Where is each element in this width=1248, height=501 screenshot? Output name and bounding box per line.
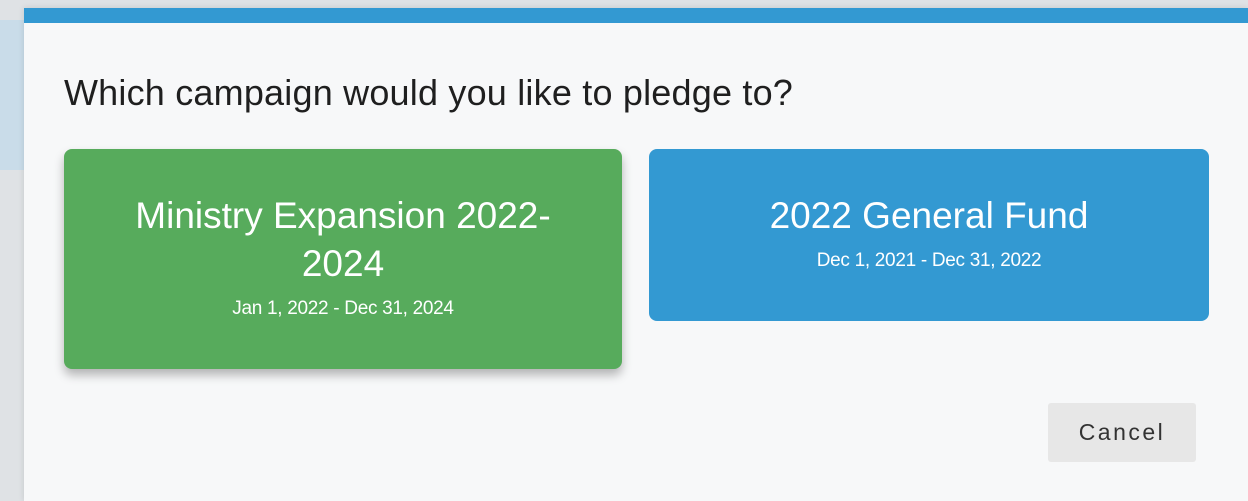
cancel-button[interactable]: Cancel bbox=[1048, 403, 1196, 462]
campaign-dates: Dec 1, 2021 - Dec 31, 2022 bbox=[816, 250, 1042, 271]
campaign-select-dialog: Which campaign would you like to pledge … bbox=[24, 8, 1248, 501]
campaign-name: Ministry Expansion 2022-2024 bbox=[135, 195, 551, 284]
campaign-dates: Jan 1, 2022 - Dec 31, 2024 bbox=[232, 298, 454, 319]
dialog-accent-bar bbox=[24, 8, 1248, 23]
dialog-title: Which campaign would you like to pledge … bbox=[64, 72, 794, 113]
campaign-name: 2022 General Fund bbox=[769, 195, 1089, 236]
campaign-card-ministry-expansion[interactable]: Ministry Expansion 2022-2024 Jan 1, 2022… bbox=[64, 149, 622, 369]
campaign-card-general-fund[interactable]: 2022 General Fund Dec 1, 2021 - Dec 31, … bbox=[649, 149, 1209, 321]
